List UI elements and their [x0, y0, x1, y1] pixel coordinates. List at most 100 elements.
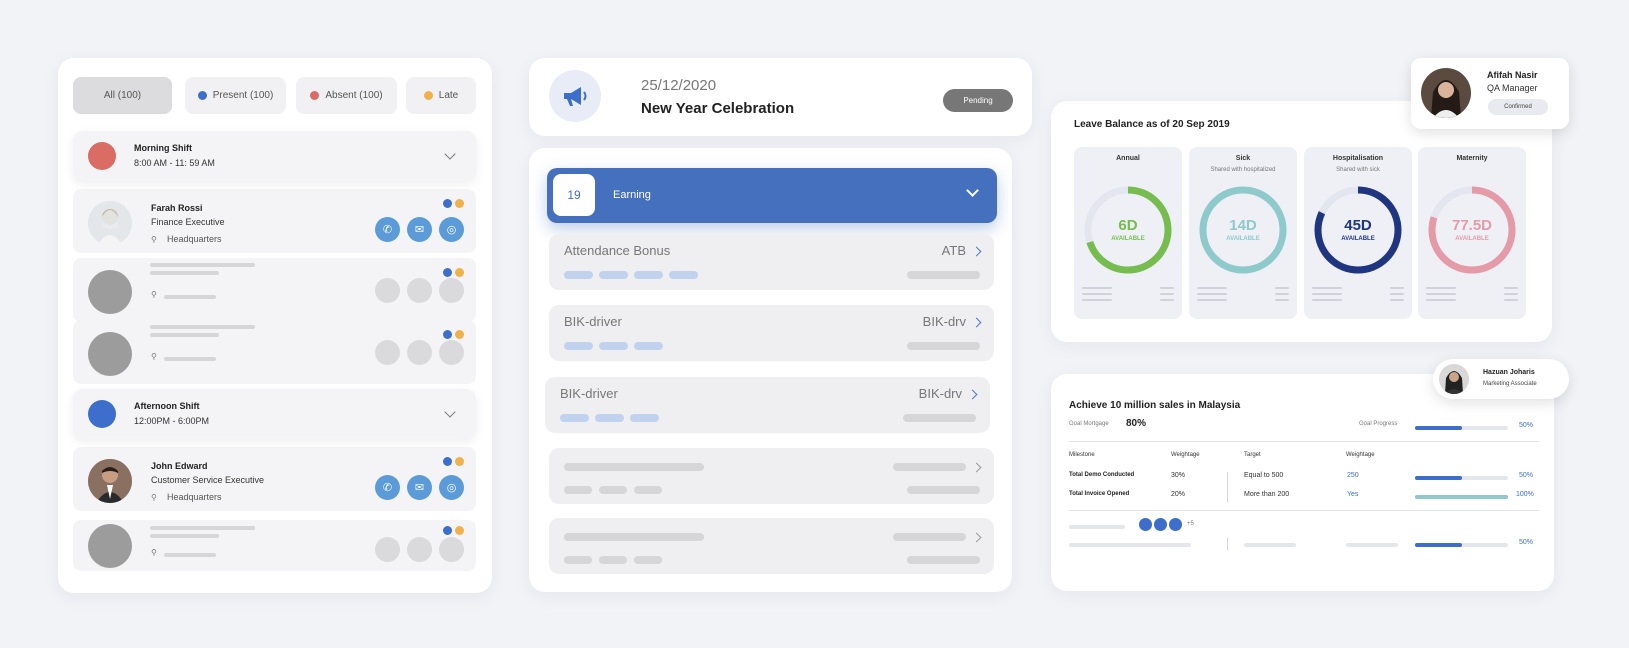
- afternoon-shift-header[interactable]: Afternoon Shift 12:00PM - 6:00PM: [73, 389, 476, 439]
- afternoon-shift-time: 12:00PM - 6:00PM: [134, 416, 210, 426]
- person-photo-icon: [1421, 68, 1471, 118]
- skeleton-line: [1426, 299, 1456, 301]
- leave-status: AVAILABLE: [1226, 236, 1260, 242]
- skeleton-line: [1504, 287, 1518, 289]
- action-placeholder: [439, 278, 464, 303]
- skeleton-line: [907, 556, 980, 564]
- event-card[interactable]: 25/12/2020 New Year Celebration Pending: [529, 58, 1032, 136]
- leave-value: 14D: [1229, 217, 1257, 234]
- afternoon-shift-dot: [88, 400, 116, 428]
- mail-icon[interactable]: ✉: [407, 475, 432, 500]
- filter-present[interactable]: Present (100): [185, 77, 286, 114]
- skeleton-line: [1197, 287, 1227, 289]
- skeleton-line: [893, 533, 966, 541]
- avatar-group: [1139, 518, 1182, 531]
- leave-status: AVAILABLE: [1341, 236, 1375, 242]
- status-badge: Confirmed: [1488, 99, 1548, 115]
- skeleton-line: [1312, 287, 1342, 289]
- skeleton-line: [564, 556, 592, 564]
- avatar: [88, 459, 132, 503]
- chevron-down-icon[interactable]: [444, 406, 456, 418]
- absent-dot: [310, 91, 320, 100]
- morning-shift-time: 8:00 AM - 11: 59 AM: [134, 158, 215, 168]
- leave-status: AVAILABLE: [1455, 236, 1489, 242]
- whatsapp-icon[interactable]: ◎: [439, 217, 464, 242]
- present-dot: [197, 91, 207, 100]
- skeleton-line: [1082, 293, 1112, 295]
- chevron-down-icon[interactable]: [966, 184, 979, 197]
- approver-role: QA Manager: [1487, 83, 1538, 93]
- column-divider: [1227, 538, 1228, 550]
- filter-present-label: Present (100): [212, 90, 274, 101]
- skeleton-line: [907, 271, 980, 279]
- tag-pill: [564, 271, 593, 279]
- skeleton-line: [1160, 293, 1174, 295]
- location-pin-icon: ⚲: [151, 548, 157, 557]
- phone-icon[interactable]: ✆: [375, 217, 400, 242]
- whatsapp-icon[interactable]: ◎: [439, 475, 464, 500]
- employee-row[interactable]: Farah Rossi Finance Executive ⚲ Headquar…: [73, 189, 476, 253]
- employee-row[interactable]: John Edward Customer Service Executive ⚲…: [73, 447, 476, 511]
- divider: [1069, 510, 1539, 511]
- payroll-item-placeholder: [549, 448, 994, 504]
- milestone-progress-bar: [1415, 495, 1508, 499]
- skeleton-line: [1082, 299, 1112, 301]
- skeleton-line: [150, 271, 219, 275]
- status-dots: [443, 268, 464, 277]
- megaphone-icon: [549, 70, 601, 122]
- action-placeholder: [439, 537, 464, 562]
- milestone-value: 250: [1347, 472, 1359, 479]
- earning-header[interactable]: 19 Earning: [547, 168, 997, 223]
- chevron-right-icon: [971, 462, 982, 473]
- milestone-name: Total Demo Conducted: [1069, 472, 1135, 478]
- header-milestone: Milestone: [1069, 452, 1095, 458]
- location-pin-icon: ⚲: [151, 235, 157, 244]
- phone-icon[interactable]: ✆: [375, 475, 400, 500]
- payroll-item-label: Attendance Bonus: [564, 243, 671, 258]
- employee-role: Finance Executive: [151, 217, 225, 227]
- goal-title: Achieve 10 million sales in Malaysia: [1069, 400, 1241, 411]
- filter-absent[interactable]: Absent (100): [296, 77, 397, 114]
- payroll-item[interactable]: BIK-driver BIK-drv: [549, 305, 994, 361]
- skeleton-line: [1312, 299, 1342, 301]
- milestone-weightage: 20%: [1171, 491, 1186, 498]
- mail-icon[interactable]: ✉: [407, 217, 432, 242]
- chevron-down-icon[interactable]: [444, 148, 456, 160]
- leave-type-column: Annual 6D AVAILABLE: [1074, 147, 1182, 319]
- status-dots: [443, 199, 464, 208]
- payroll-item[interactable]: BIK-driver BIK-drv: [545, 377, 990, 433]
- avatar-placeholder: [88, 524, 132, 568]
- filter-late[interactable]: Late: [406, 77, 476, 114]
- skeleton-line: [1346, 543, 1398, 547]
- tag-pill: [634, 271, 663, 279]
- approver-name: Afifah Nasir: [1487, 70, 1538, 80]
- skeleton-line: [599, 556, 627, 564]
- avatar: [1169, 518, 1182, 531]
- skeleton-line: [1390, 299, 1404, 301]
- filter-absent-label: Absent (100): [325, 90, 383, 101]
- skeleton-line: [1275, 293, 1289, 295]
- milestone-pct: 100%: [1516, 491, 1534, 498]
- chevron-right-icon: [967, 389, 978, 400]
- footer-progress-bar: [1415, 543, 1508, 547]
- payroll-item[interactable]: Attendance Bonus ATB: [549, 234, 994, 290]
- goal-mortgage-label: Goal Mortgage: [1069, 421, 1109, 427]
- status-dots: [443, 457, 464, 466]
- skeleton-line: [1275, 287, 1289, 289]
- morning-shift-header[interactable]: Morning Shift 8:00 AM - 11: 59 AM: [73, 131, 476, 181]
- morning-shift-title: Morning Shift: [134, 143, 192, 153]
- day-badge: 19: [553, 174, 595, 216]
- avatar: [1421, 68, 1471, 118]
- chevron-right-icon: [971, 532, 982, 543]
- filter-all[interactable]: All (100): [73, 77, 172, 114]
- skeleton-line: [1160, 287, 1174, 289]
- avatar: [88, 201, 132, 245]
- chevron-right-icon: [971, 246, 982, 257]
- footer-pct: 50%: [1519, 539, 1534, 546]
- goal-card: Achieve 10 million sales in Malaysia Goa…: [1051, 374, 1554, 591]
- tag-pill: [599, 271, 628, 279]
- action-placeholder: [439, 340, 464, 365]
- skeleton-line: [1197, 299, 1227, 301]
- tag-pill: [595, 414, 624, 422]
- skeleton-line: [1426, 293, 1456, 295]
